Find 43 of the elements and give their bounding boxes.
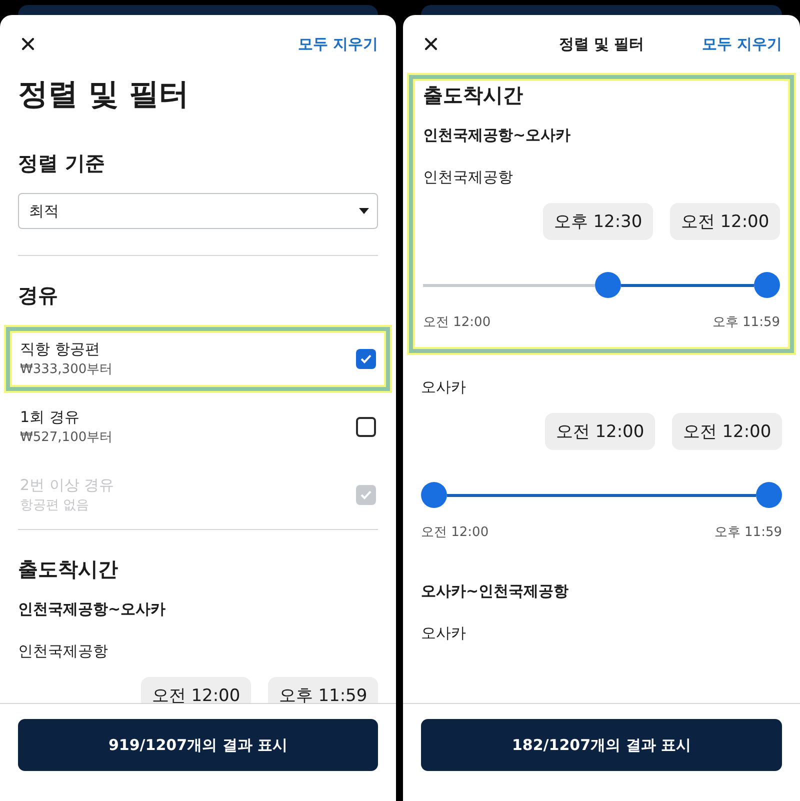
time-chip[interactable]: 오후 11:59 — [268, 677, 378, 703]
range-start-label: 오전 12:00 — [423, 315, 491, 331]
sort-dropdown[interactable]: 최적 — [18, 193, 378, 229]
place-label: 인천국제공항 — [18, 641, 109, 661]
time-chip[interactable]: 오전 12:00 — [545, 413, 655, 450]
sheet-title: 정렬 및 필터 — [558, 34, 644, 54]
section-heading: 출도착시간 — [18, 556, 119, 583]
route-title: 인천국제공항~오사카 — [18, 599, 167, 619]
slider-thumb[interactable] — [595, 272, 622, 298]
option-label: 직항 항공편 — [20, 339, 101, 360]
option-label: 2번 이상 경유 — [20, 475, 114, 496]
page-title: 정렬 및 필터 — [18, 76, 190, 114]
place-label: 오사카 — [421, 623, 467, 643]
slider-thumb[interactable] — [754, 272, 780, 298]
option-price: 항공편 없음 — [20, 497, 90, 515]
time-chip[interactable]: 오전 12:00 — [670, 203, 780, 240]
route-title: 인천국제공항~오사카 — [423, 125, 572, 145]
check-icon — [360, 490, 372, 500]
place-label: 오사카 — [421, 377, 467, 397]
clear-all-button[interactable]: 모두 지우기 — [702, 34, 782, 54]
caret-icon — [359, 208, 369, 214]
checkbox[interactable] — [356, 417, 376, 437]
range-end-label: 오후 11:59 — [712, 315, 780, 331]
range-end-label: 오후 11:59 — [714, 525, 782, 541]
time-chip[interactable]: 오전 12:00 — [672, 413, 782, 450]
section-heading: 출도착시간 — [423, 82, 524, 109]
clear-all-button[interactable]: 모두 지우기 — [298, 34, 378, 54]
route-title: 오사카~인천국제공항 — [421, 581, 570, 601]
slider-thumb[interactable] — [421, 482, 447, 508]
range-start-label: 오전 12:00 — [421, 525, 489, 541]
check-icon — [360, 354, 372, 364]
slider-thumb[interactable] — [756, 482, 782, 508]
show-results-button[interactable]: 182/1207개의 결과 표시 — [421, 719, 782, 771]
option-price: ₩333,300부터 — [20, 361, 113, 379]
time-chip[interactable]: 오전 12:00 — [141, 677, 251, 703]
section-heading: 경유 — [18, 282, 59, 309]
option-price: ₩527,100부터 — [20, 429, 113, 447]
place-label: 인천국제공항 — [423, 167, 514, 187]
show-results-button[interactable]: 919/1207개의 결과 표시 — [18, 719, 378, 771]
time-chip[interactable]: 오후 12:30 — [543, 203, 653, 240]
checkbox[interactable] — [356, 349, 376, 369]
section-heading: 정렬 기준 — [18, 150, 106, 177]
option-label: 1회 경유 — [20, 407, 80, 428]
